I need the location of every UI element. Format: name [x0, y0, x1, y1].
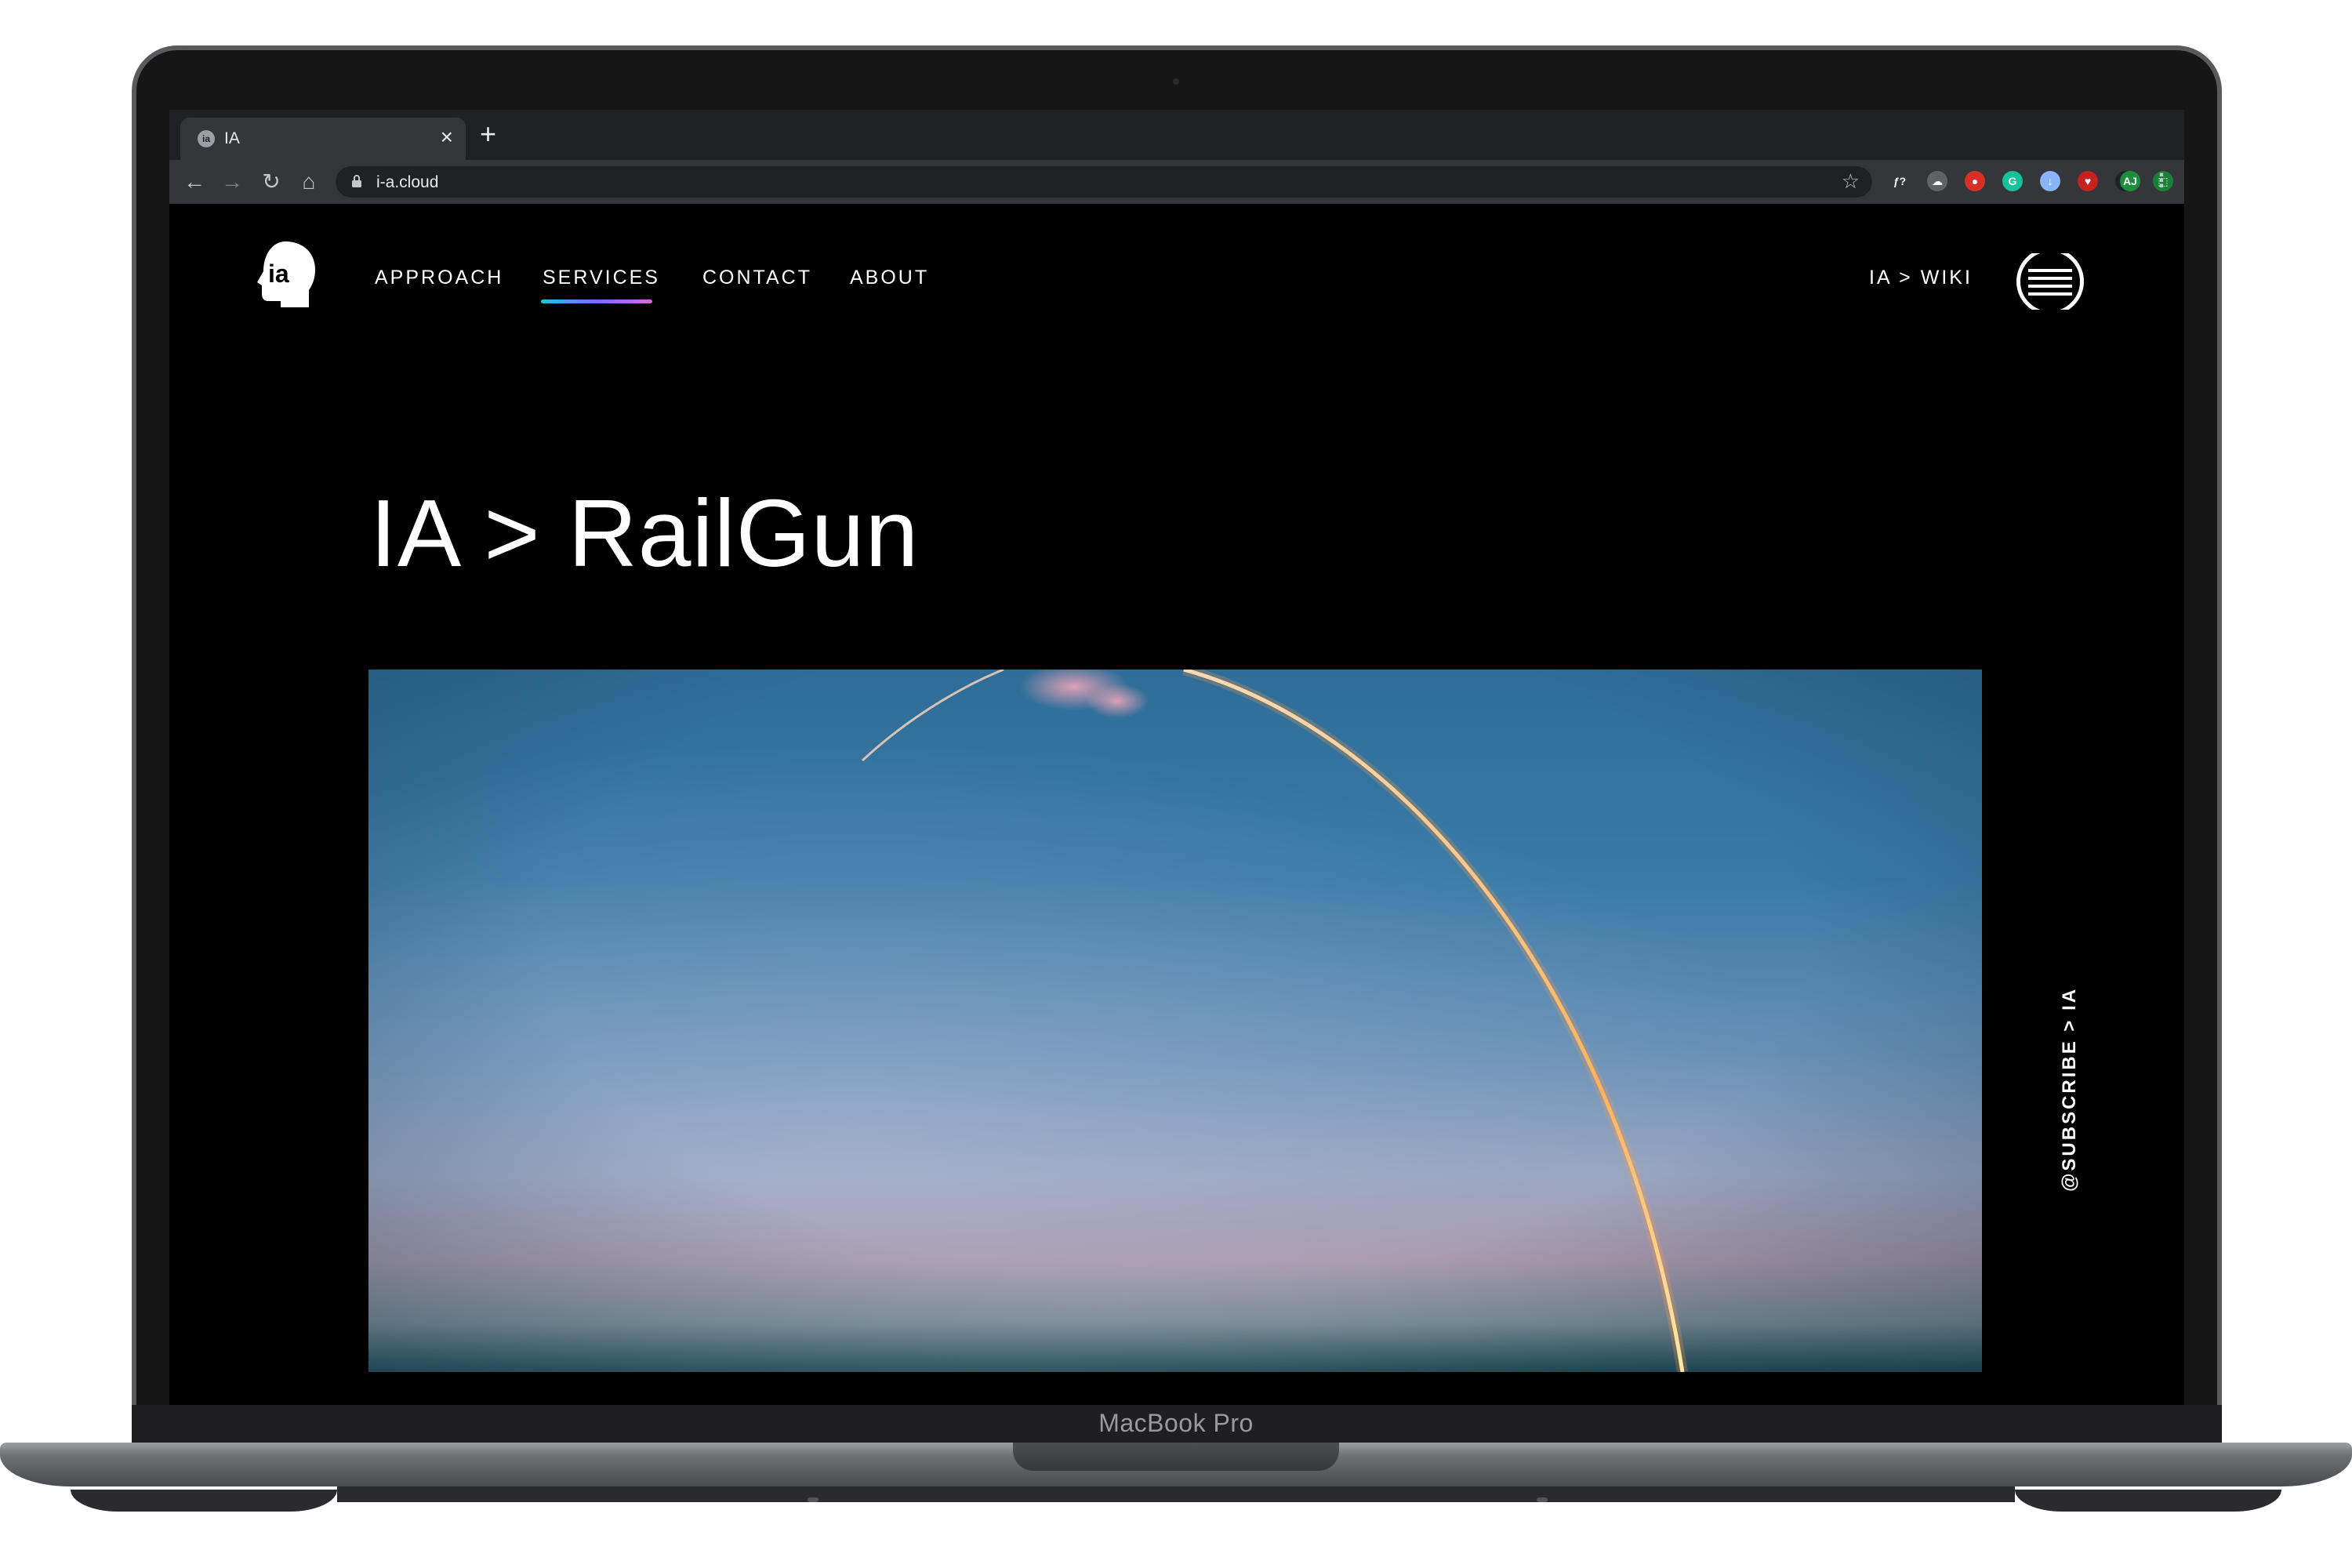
vent: [1537, 1497, 1548, 1502]
active-nav-underline: [541, 299, 652, 303]
logo-text: ia: [268, 260, 289, 288]
browser-tabstrip: ia IA × +: [169, 110, 2184, 160]
browser-toolbar: ← → ↻ ⌂ i-a.cloud ☆ ƒ?☁●G↓♥▣⬚✎✚ AJ ⋮: [169, 160, 2184, 204]
ia-head-icon: ia: [198, 130, 215, 147]
home-button[interactable]: ⌂: [295, 168, 323, 196]
red-drop-icon[interactable]: ●: [1965, 171, 1985, 191]
function-icon[interactable]: ƒ?: [1889, 171, 1910, 191]
grammarly-icon[interactable]: G: [2002, 171, 2023, 191]
rocket-trail-illustration: [861, 670, 1688, 1372]
vent: [808, 1497, 818, 1502]
lock-icon: [352, 175, 361, 187]
download-icon[interactable]: ↓: [2040, 171, 2060, 191]
url-text: i-a.cloud: [376, 173, 439, 191]
hamburger-menu-icon[interactable]: [2014, 245, 2086, 318]
cloud-icon[interactable]: ☁: [1927, 171, 1947, 191]
page-title: IA > RailGun: [370, 480, 920, 586]
subscribe-link[interactable]: @SUBSCRIBE > IA: [2059, 987, 2081, 1192]
laptop-underside: [337, 1486, 2015, 1502]
back-button[interactable]: ←: [180, 168, 209, 196]
nav-services[interactable]: SERVICES: [543, 267, 660, 289]
hero-image: [368, 670, 1982, 1372]
profile-avatar[interactable]: AJ: [2120, 171, 2140, 191]
browser-tab[interactable]: ia IA ×: [180, 118, 466, 160]
screen: ia IA × + ← → ↻ ⌂ i-a.cloud ☆ ƒ?☁●G↓♥▣⬚✎…: [169, 110, 2184, 1405]
close-tab-icon[interactable]: ×: [441, 125, 453, 149]
nav-about[interactable]: ABOUT: [850, 267, 929, 289]
forward-button[interactable]: →: [218, 168, 246, 196]
browser-menu-icon[interactable]: ⋮: [2151, 171, 2172, 191]
nav-approach[interactable]: APPROACH: [375, 267, 503, 289]
wiki-link[interactable]: IA > WIKI: [1869, 267, 1973, 289]
device-label: MacBook Pro: [1098, 1409, 1254, 1437]
reload-button[interactable]: ↻: [257, 168, 285, 196]
ia-logo-icon[interactable]: ia: [257, 240, 318, 309]
tab-title: IA: [224, 129, 240, 147]
address-bar[interactable]: i-a.cloud ☆: [336, 166, 1872, 198]
nav-contact[interactable]: CONTACT: [702, 267, 812, 289]
webcam-icon: [1173, 78, 1179, 85]
new-tab-button[interactable]: +: [480, 119, 496, 149]
laptop-foot-right: [2015, 1490, 2281, 1512]
laptop-foot-left: [71, 1490, 337, 1512]
laptop-lid-notch: [1013, 1443, 1339, 1471]
bookmark-star-icon[interactable]: ☆: [1842, 169, 1860, 194]
heart-shield-icon[interactable]: ♥: [2078, 171, 2098, 191]
